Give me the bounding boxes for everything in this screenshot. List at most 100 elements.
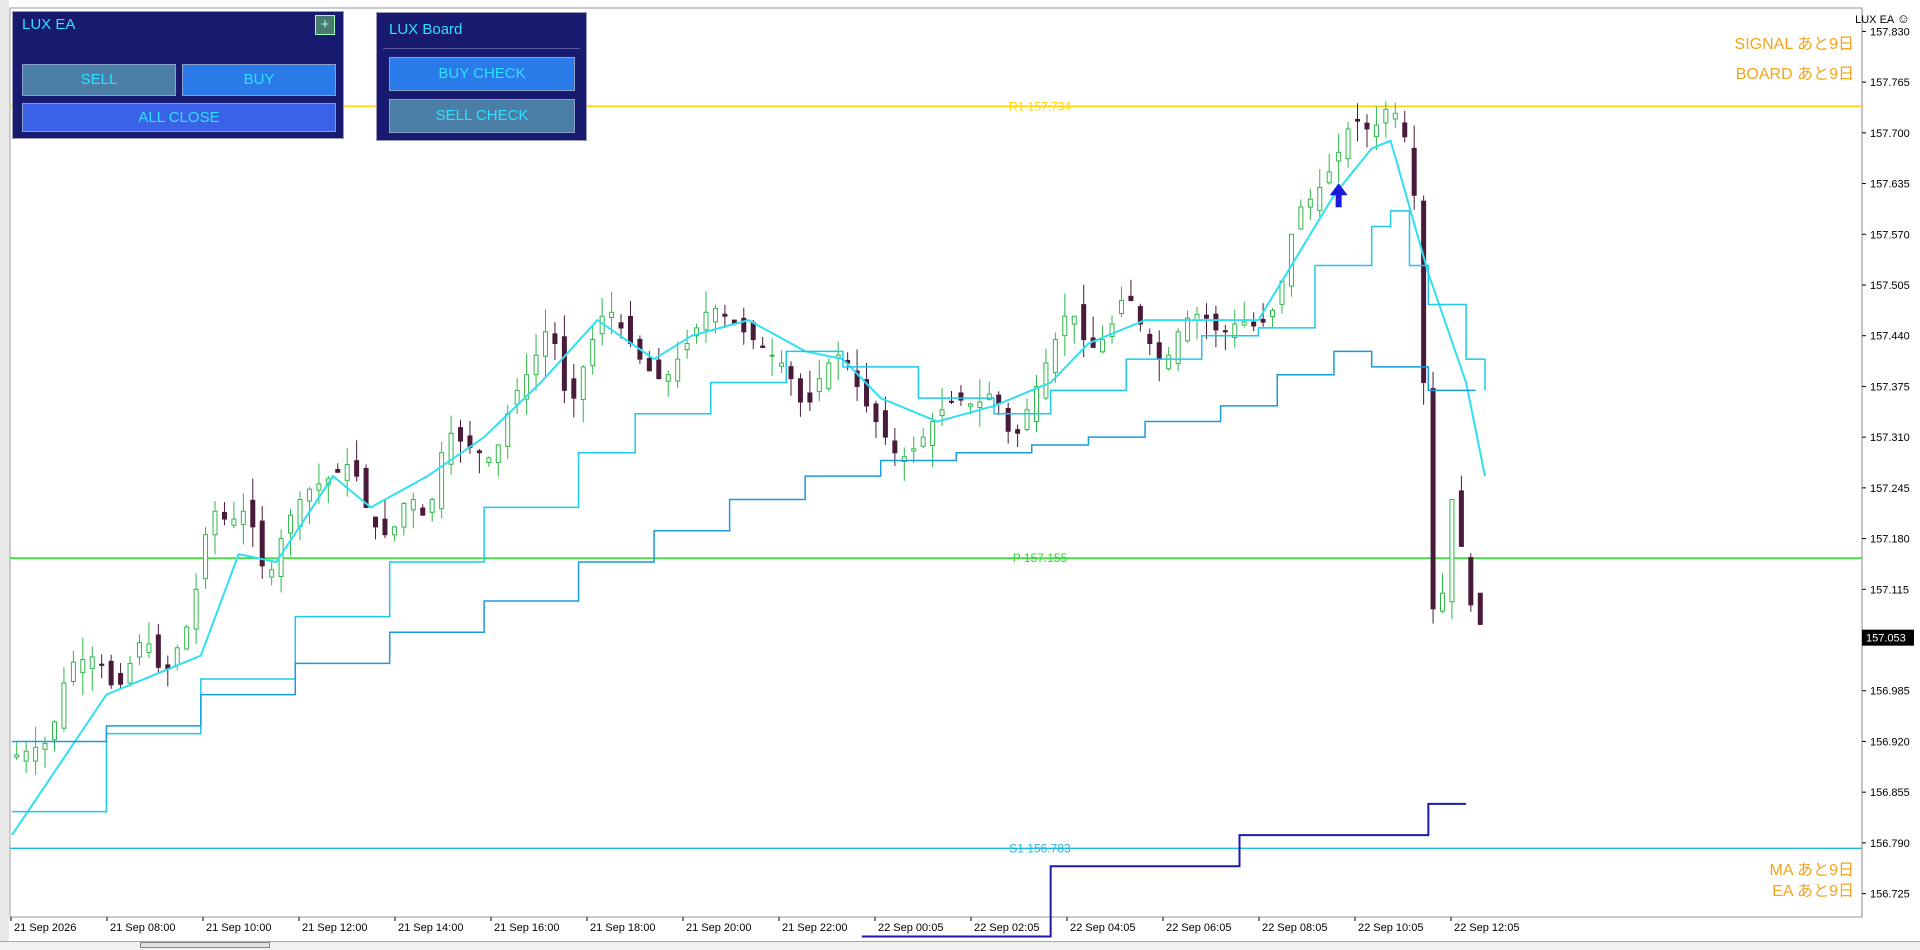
candle-body	[1298, 206, 1304, 230]
candle-body	[108, 660, 114, 686]
candle-body	[958, 392, 964, 401]
indicator-label: LUX EA ☺	[1855, 11, 1910, 26]
expand-plus-button[interactable]: +	[315, 15, 335, 35]
candle-body	[1458, 490, 1464, 547]
candle-body	[1203, 314, 1209, 319]
candle-body	[1185, 317, 1191, 342]
candle-body	[1166, 354, 1172, 370]
candle	[826, 358, 832, 392]
candle-body	[977, 401, 983, 409]
candle-body	[1336, 151, 1342, 162]
candle-body	[70, 661, 76, 683]
candle-body	[382, 518, 388, 536]
candle-body	[769, 354, 775, 357]
candle-body	[118, 673, 124, 685]
candle-body	[542, 331, 548, 357]
candle-body	[306, 488, 312, 502]
candle-body	[1222, 330, 1228, 333]
level-label-s1: S1 156.783	[1009, 841, 1071, 855]
candle-body	[203, 534, 209, 580]
candle-body	[495, 444, 501, 464]
candle-body	[1251, 321, 1257, 327]
candle-body	[269, 569, 275, 578]
candle-body	[193, 588, 199, 630]
y-tick-label: 157.375	[1870, 381, 1910, 393]
buy-check-button[interactable]: BUY CHECK	[389, 57, 575, 91]
candle-body	[1260, 318, 1266, 323]
x-tick-label: 21 Sep 16:00	[494, 922, 559, 934]
candle-body	[1307, 198, 1313, 208]
candle-body	[580, 366, 586, 401]
all-close-button[interactable]: ALL CLOSE	[22, 103, 336, 132]
candle-body	[627, 315, 633, 345]
candle-body	[1288, 233, 1294, 287]
x-tick-label: 22 Sep 00:05	[878, 922, 943, 934]
candle-body	[373, 516, 379, 528]
x-tick-label: 22 Sep 08:05	[1262, 922, 1327, 934]
candle-body	[882, 410, 888, 438]
candle-body	[930, 421, 936, 447]
candle	[1477, 592, 1483, 625]
candle-body	[571, 378, 577, 399]
candle-body	[221, 511, 227, 520]
candle-body	[590, 339, 596, 367]
candle-body	[779, 362, 785, 367]
candle-body	[212, 510, 218, 536]
candle-body	[1392, 112, 1398, 120]
candle-body	[391, 526, 397, 536]
candle-body	[949, 400, 955, 403]
candle-body	[1052, 339, 1058, 374]
candle-body	[429, 499, 435, 513]
candle-body	[344, 463, 350, 481]
candle-body	[1241, 321, 1247, 326]
candle-body	[807, 392, 813, 403]
sell-button[interactable]: SELL	[22, 64, 176, 96]
candle-body	[939, 409, 945, 417]
candle-body	[155, 634, 161, 668]
candle-body	[288, 514, 294, 534]
candle	[1430, 371, 1436, 624]
candle-body	[354, 460, 360, 477]
candle-body	[1156, 342, 1162, 360]
candle-body	[722, 313, 728, 317]
candle-body	[1062, 315, 1068, 337]
y-tick-label: 156.790	[1870, 838, 1910, 850]
candle-body	[1411, 147, 1417, 196]
candle-body	[1440, 592, 1446, 612]
y-tick-label: 157.570	[1870, 229, 1910, 241]
candle-body	[1449, 499, 1455, 603]
candle-body	[316, 483, 322, 491]
y-tick-label: 156.855	[1870, 787, 1910, 799]
y-tick-label: 157.440	[1870, 331, 1910, 343]
price-chart[interactable]: R1 157.734 P 157.155 S1 156.783 157.830 157…	[0, 0, 1920, 949]
candle-body	[1024, 409, 1030, 430]
candle-body	[136, 642, 142, 658]
x-tick-label: 22 Sep 10:05	[1358, 922, 1423, 934]
candle-body	[760, 345, 766, 348]
candle-body	[401, 502, 407, 528]
y-tick-label: 157.310	[1870, 432, 1910, 444]
candle-body	[1081, 304, 1087, 341]
candle-body	[920, 436, 926, 447]
board-panel-title: LUX Board	[389, 21, 463, 38]
candle-body	[127, 662, 133, 684]
x-tick-label: 21 Sep 14:00	[398, 922, 463, 934]
candle-body	[552, 333, 558, 345]
y-tick-label: 156.920	[1870, 736, 1910, 748]
y-tick-label: 157.245	[1870, 483, 1910, 495]
sell-check-button[interactable]: SELL CHECK	[389, 99, 575, 133]
candle-body	[1421, 200, 1427, 384]
candle-body	[873, 403, 879, 423]
candle-body	[703, 311, 709, 331]
ea-countdown: EA あと9日	[1772, 883, 1854, 900]
signal-countdown: SIGNAL あと9日	[1734, 36, 1854, 53]
candle-body	[750, 321, 756, 341]
x-tick-label: 21 Sep 18:00	[590, 922, 655, 934]
level-label-p: P 157.155	[1013, 551, 1068, 565]
scrollbar-thumb[interactable]	[140, 942, 270, 948]
buy-button[interactable]: BUY	[182, 64, 336, 96]
candle-body	[33, 746, 39, 762]
candle-body	[1043, 362, 1049, 399]
candle-body	[514, 389, 520, 405]
candle-body	[410, 499, 416, 511]
